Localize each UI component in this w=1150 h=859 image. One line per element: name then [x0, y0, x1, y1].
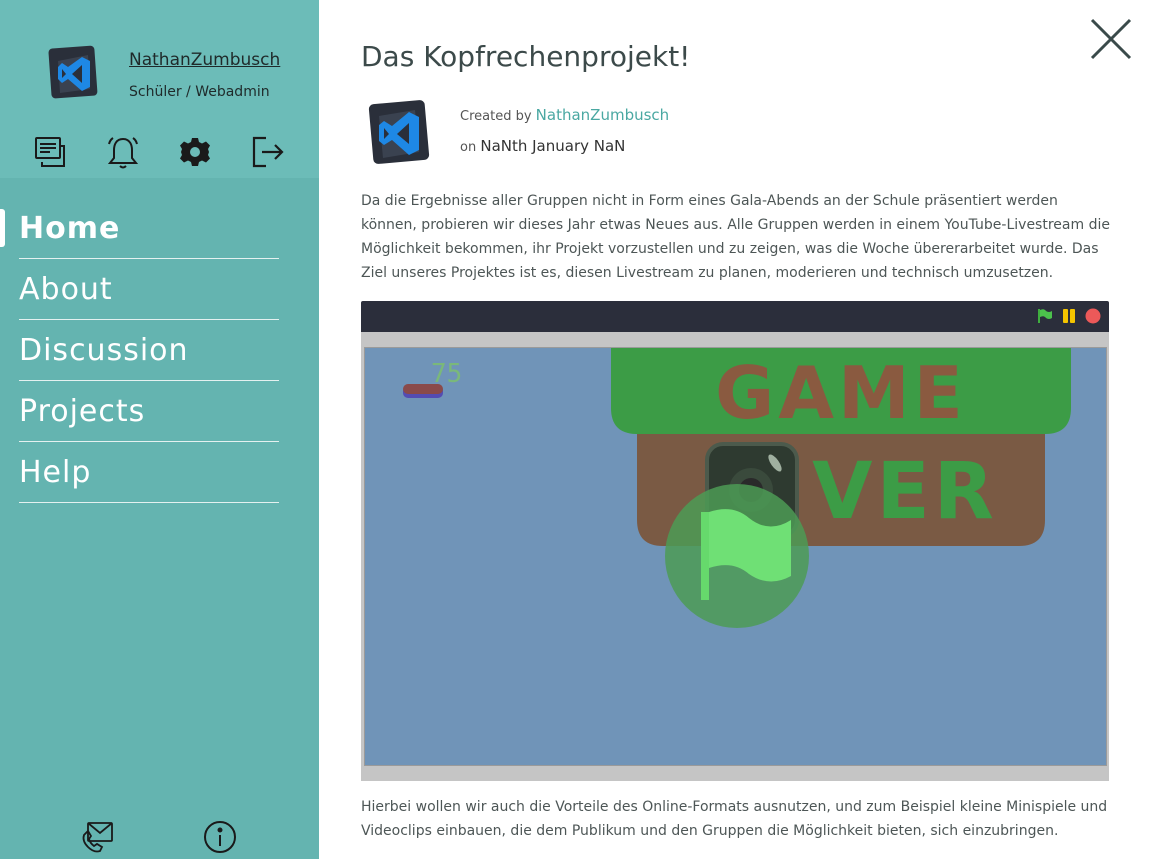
close-icon[interactable] [1089, 17, 1133, 61]
nav-item-home[interactable]: Home [19, 198, 279, 259]
user-name-link[interactable]: NathanZumbusch [129, 50, 280, 70]
on-label: on [460, 140, 477, 155]
nav-item-projects[interactable]: Projects [19, 381, 279, 442]
project-description-2: Hierbei wollen wir auch die Vorteile des… [361, 799, 1108, 839]
stage-frame: 75 GAME VER [361, 332, 1109, 781]
stop-icon[interactable] [1085, 308, 1101, 324]
project-logo [368, 100, 430, 164]
created-on: on NaNth January NaN [460, 137, 625, 155]
created-date: NaNth January NaN [480, 137, 626, 155]
main-nav: Home About Discussion Projects Help [19, 198, 279, 503]
page-title: Das Kopfrechenprojekt! [361, 40, 691, 73]
logout-icon[interactable] [250, 134, 286, 170]
bell-icon[interactable] [105, 134, 141, 170]
player-controls-bar [361, 301, 1109, 332]
stage-canvas: 75 GAME VER [403, 348, 1071, 628]
mail-phone-icon[interactable] [80, 819, 116, 855]
avatar[interactable] [48, 45, 100, 101]
nav-item-discussion[interactable]: Discussion [19, 320, 279, 381]
created-by: Created by NathanZumbusch [460, 106, 669, 124]
project-stage[interactable]: 75 GAME VER [364, 347, 1107, 766]
project-description: Da die Ergebnisse aller Gruppen nicht in… [361, 193, 1110, 281]
info-icon[interactable] [202, 819, 238, 855]
created-by-label: Created by [460, 109, 532, 124]
scratch-player: 75 GAME VER [361, 301, 1109, 781]
nav-item-about[interactable]: About [19, 259, 279, 320]
user-role: Schüler / Webadmin [129, 84, 270, 100]
game-over-line2: VER [812, 447, 998, 537]
sidebar: NathanZumbusch Schüler / Webadmin Home A… [0, 0, 319, 859]
top-icon-bar [0, 134, 319, 174]
active-nav-marker [0, 209, 5, 247]
gear-icon[interactable] [177, 134, 213, 170]
pause-icon[interactable] [1061, 308, 1077, 324]
green-flag-icon[interactable] [1037, 308, 1053, 324]
game-over-line1: GAME [715, 351, 967, 435]
chat-icon[interactable] [32, 134, 68, 170]
author-link[interactable]: NathanZumbusch [536, 106, 670, 124]
project-detail: Das Kopfrechenprojekt! Created by Nathan… [319, 0, 1150, 859]
profile-panel: NathanZumbusch Schüler / Webadmin [0, 0, 319, 178]
nav-item-help[interactable]: Help [19, 442, 279, 503]
